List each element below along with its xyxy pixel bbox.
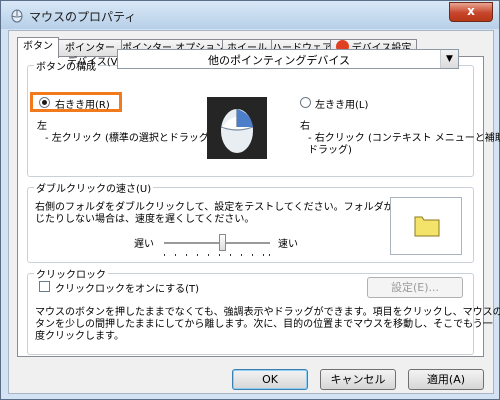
device-select[interactable]: 他のポインティングデバイス ▼ [117, 49, 459, 69]
slider-tick [164, 254, 165, 256]
slider-tick [208, 254, 209, 256]
double-click-slider-track[interactable] [164, 242, 270, 245]
slow-label: 遅い [134, 239, 154, 250]
left-handed-radio[interactable] [300, 97, 311, 108]
close-button[interactable]: x [449, 2, 493, 22]
mouse-icon [11, 9, 23, 23]
device-select-value: 他のポインティングデバイス [207, 54, 350, 67]
test-folder-area[interactable] [390, 197, 462, 255]
apply-button[interactable]: 適用(A) [408, 369, 484, 390]
double-click-slider-thumb[interactable] [219, 234, 227, 251]
slider-tick [263, 254, 264, 256]
left-button-desc: - 左クリック (標準の選択とドラッグ) [45, 133, 213, 144]
click-lock-label: クリックロック [34, 266, 108, 281]
title-bar[interactable]: マウスのプロパティ x [1, 1, 499, 29]
mouse-image-icon [207, 97, 267, 159]
left-handed-label[interactable]: 左きき用(L) [315, 96, 368, 111]
click-lock-settings-button[interactable]: 設定(E)... [367, 277, 463, 298]
slider-tick [252, 254, 253, 256]
click-lock-checkbox[interactable] [39, 281, 50, 292]
mouse-properties-window: マウスのプロパティ x ボタン ポインター ポインター オプション ホイール ハ… [0, 0, 500, 400]
slider-tick [197, 254, 198, 256]
double-click-desc-2: じたりしない場合は、速度を遅くしてください。 [35, 214, 255, 225]
slider-tick [219, 254, 220, 256]
right-button-desc-2: ドラッグ) [308, 145, 352, 156]
slider-tick [230, 254, 231, 256]
right-handed-radio[interactable] [39, 97, 50, 108]
folder-icon [414, 216, 440, 237]
chevron-down-icon[interactable]: ▼ [440, 50, 458, 68]
double-click-label: ダブルクリックの速さ(U) [34, 180, 154, 195]
slider-tick [186, 254, 187, 256]
slider-ticks [164, 254, 270, 256]
slider-tick [269, 254, 270, 256]
right-handed-label[interactable]: 右きき用(R) [55, 96, 110, 111]
click-lock-checkbox-label[interactable]: クリックロックをオンにする(T) [55, 280, 199, 295]
slider-tick [175, 254, 176, 256]
window-title: マウスのプロパティ [29, 10, 137, 24]
tab-buttons[interactable]: ボタン [17, 37, 59, 58]
slider-tick [241, 254, 242, 256]
ok-button[interactable]: OK [232, 369, 308, 390]
fast-label: 速い [278, 239, 298, 250]
cancel-button[interactable]: キャンセル [320, 369, 396, 390]
click-lock-desc-3: 度クリックします。 [35, 331, 124, 342]
